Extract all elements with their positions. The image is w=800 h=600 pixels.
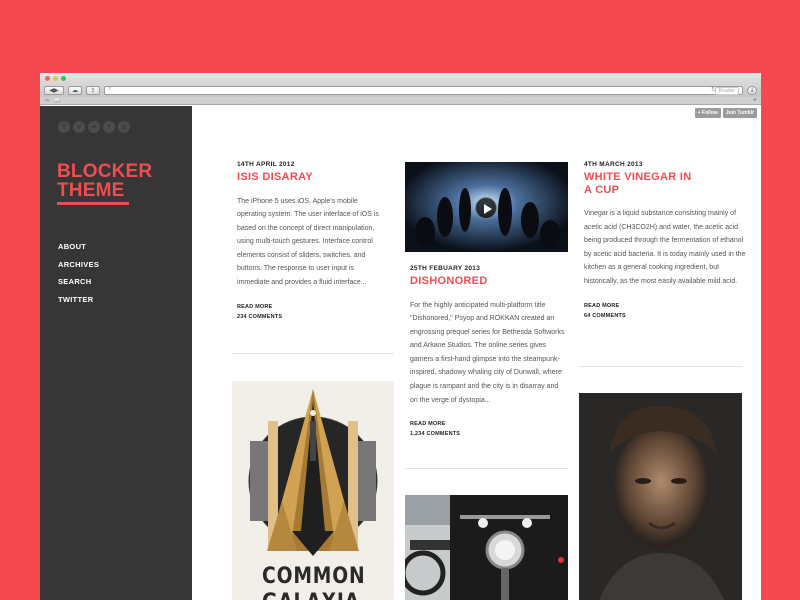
- join-tumblr-button[interactable]: Join Tumblr: [722, 108, 757, 118]
- post-date: 14TH APRIL 2012: [237, 161, 295, 168]
- post-title[interactable]: ISIS DISARAY: [237, 171, 387, 184]
- comments-link[interactable]: 234 COMMENTS: [237, 314, 387, 320]
- main-content: + Follow Join Tumblr 14TH APRIL 2012 ISI…: [192, 106, 761, 600]
- twitter-icon[interactable]: t: [58, 121, 70, 133]
- reading-list-icon[interactable]: 👓: [44, 98, 50, 104]
- poster-title-line-2: GALAXIA: [262, 590, 365, 600]
- bookmarks-icon[interactable]: 📖: [54, 98, 60, 104]
- post-body: For the highly anticipated multi-platfor…: [410, 301, 565, 404]
- post-body: Vinegar is a liquid substance consisting…: [584, 210, 746, 285]
- downloads-button[interactable]: ↓: [747, 85, 757, 95]
- post-body: The iPhone 5 uses iOS, Apple's mobile op…: [237, 197, 379, 287]
- motorcycle-image[interactable]: [405, 495, 568, 600]
- zoom-window-button[interactable]: [61, 75, 66, 81]
- comments-link[interactable]: 1,234 COMMENTS: [410, 431, 565, 437]
- browser-window: ◀ ▶ ☁ ⇪ ⌕ ↻ Reader ↓ 👓 📖 + t + •• f p BL…: [40, 73, 761, 600]
- icloud-tabs-button[interactable]: ☁: [68, 85, 82, 95]
- back-forward-buttons[interactable]: ◀ ▶: [44, 85, 64, 95]
- comments-link[interactable]: 64 COMMENTS: [584, 313, 749, 319]
- close-window-button[interactable]: [45, 75, 50, 81]
- post-title-line-2: A CUP: [584, 183, 620, 196]
- browser-toolbar: ◀ ▶ ☁ ⇪ ⌕ ↻ Reader ↓: [40, 83, 761, 97]
- divider: [405, 468, 568, 469]
- pinterest-icon[interactable]: p: [118, 121, 130, 133]
- post-isis-disaray: 14TH APRIL 2012 ISIS DISARAY The iPhone …: [237, 161, 387, 320]
- bookmarks-bar: 👓 📖 +: [40, 97, 761, 105]
- poster-title-line-1: COMMON: [262, 564, 366, 589]
- read-more-link[interactable]: READ MORE: [410, 421, 565, 427]
- post-white-vinegar: 4TH MARCH 2013 WHITE VINEGAR IN A CUP Vi…: [584, 161, 749, 319]
- new-tab-button[interactable]: +: [753, 97, 757, 104]
- reader-button[interactable]: Reader: [714, 86, 739, 95]
- share-icon: ⇪: [90, 86, 96, 94]
- logo-line-2: THEME: [57, 180, 125, 201]
- post-title[interactable]: WHITE VINEGAR IN A CUP: [584, 171, 749, 196]
- post-dishonored: 25TH FEBUARY 2013 DISHONORED For the hig…: [410, 265, 565, 437]
- motorcycle-art: [405, 495, 568, 600]
- title-bar: [40, 73, 761, 83]
- nav-item-twitter[interactable]: TWITTER: [58, 295, 99, 313]
- sidebar: t + •• f p BLOCKER THEME ABOUT ARCHIVES …: [40, 106, 192, 600]
- share-button[interactable]: ⇪: [86, 85, 100, 95]
- portrait-art: [579, 393, 742, 600]
- nav-item-search[interactable]: SEARCH: [58, 277, 99, 295]
- play-icon[interactable]: [475, 197, 497, 219]
- post-date: 4TH MARCH 2013: [584, 161, 643, 168]
- minimize-window-button[interactable]: [53, 75, 58, 81]
- forward-icon[interactable]: ▶: [54, 87, 59, 94]
- sidebar-nav: ABOUT ARCHIVES SEARCH TWITTER: [58, 242, 99, 312]
- poster-title: COMMON GALAXIA: [262, 564, 365, 600]
- web-page: t + •• f p BLOCKER THEME ABOUT ARCHIVES …: [40, 106, 761, 600]
- nav-item-archives[interactable]: ARCHIVES: [58, 260, 99, 278]
- read-more-link[interactable]: READ MORE: [584, 303, 749, 309]
- logo-line-1: BLOCKER: [57, 161, 153, 182]
- download-icon: ↓: [749, 86, 755, 94]
- facebook-icon[interactable]: f: [103, 121, 115, 133]
- flickr-icon[interactable]: ••: [88, 121, 100, 133]
- follow-button[interactable]: + Follow: [694, 108, 721, 118]
- address-bar[interactable]: ⌕ ↻ Reader: [104, 85, 743, 95]
- post-date: 25TH FEBUARY 2013: [410, 265, 481, 272]
- divider: [232, 353, 394, 354]
- video-thumbnail[interactable]: [405, 162, 568, 252]
- divider: [579, 366, 742, 367]
- search-icon: ⌕: [108, 85, 112, 92]
- plus-icon[interactable]: +: [73, 121, 85, 133]
- read-more-link[interactable]: READ MORE: [237, 304, 387, 310]
- social-icons: t + •• f p: [58, 121, 130, 133]
- tumblr-controls: + Follow Join Tumblr: [694, 108, 757, 118]
- nav-item-about[interactable]: ABOUT: [58, 242, 99, 260]
- site-logo[interactable]: BLOCKER THEME: [57, 162, 152, 200]
- poster-image[interactable]: COMMON GALAXIA: [232, 381, 394, 600]
- logo-underline: [57, 202, 129, 205]
- post-title-line-1: WHITE VINEGAR IN: [584, 171, 692, 183]
- cloud-icon: ☁: [72, 86, 78, 94]
- post-title[interactable]: DISHONORED: [410, 275, 565, 288]
- portrait-image[interactable]: [579, 393, 742, 600]
